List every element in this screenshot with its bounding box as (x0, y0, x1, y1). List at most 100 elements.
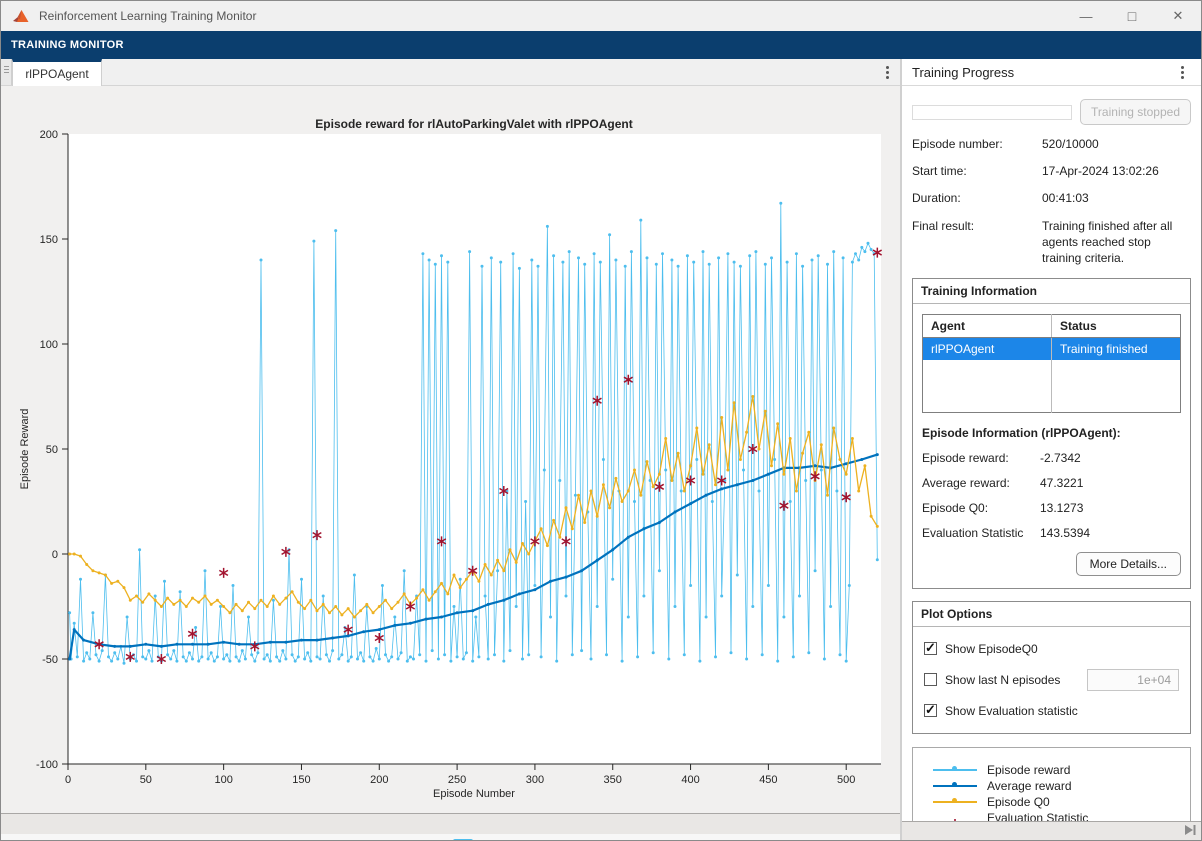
svg-text:50: 50 (46, 444, 58, 456)
svg-text:Episode reward for rlAutoParki: Episode reward for rlAutoParkingValet wi… (315, 117, 632, 131)
chart-legend: Episode reward Average reward Episode Q0 Ev… (912, 747, 1191, 821)
svg-text:-50: -50 (42, 654, 58, 666)
svg-text:300: 300 (526, 774, 544, 786)
show-evaluation-checkbox[interactable] (924, 704, 937, 717)
training-progress-panel: Training Progress Training stopped Episo… (902, 59, 1201, 841)
episode-information-title: Episode Information (rlPPOAgent): (922, 426, 1181, 440)
matlab-logo-icon (13, 9, 30, 24)
table-empty-area (923, 360, 1181, 412)
show-episodeq0-checkbox[interactable] (924, 642, 937, 655)
svg-text:150: 150 (292, 774, 310, 786)
line-marker-icon (933, 764, 977, 776)
final-result-row: Final result: Training finished after al… (912, 218, 1191, 267)
figure-scroll-strip[interactable] (1, 813, 900, 834)
minimize-button[interactable]: — (1063, 1, 1109, 31)
skip-to-end-icon[interactable] (1183, 823, 1197, 841)
episode-number-value: 520/10000 (1042, 136, 1191, 152)
legend-item: Episode Q0 (913, 795, 1190, 809)
start-time-value: 17-Apr-2024 13:02:26 (1042, 163, 1191, 179)
table-row[interactable]: rlPPOAgent Training finished (923, 338, 1181, 361)
panel-title: Training Progress (912, 65, 1014, 80)
titlebar: Reinforcement Learning Training Monitor … (1, 1, 1201, 31)
svg-text:100: 100 (40, 339, 58, 351)
training-information-group: Training Information Agent Status (912, 278, 1191, 589)
average-reward-value: 47.3221 (1040, 476, 1083, 490)
tab-options-dots-icon[interactable] (874, 59, 900, 85)
svg-text:450: 450 (759, 774, 777, 786)
toolstrip: TRAINING MONITOR (1, 31, 1201, 59)
svg-text:100: 100 (214, 774, 232, 786)
final-result-value: Training finished after all agents reach… (1042, 218, 1191, 267)
training-chart: -100-50050100150200050100150200250300350… (1, 86, 901, 812)
tab-rlppoagent[interactable]: rlPPOAgent (12, 59, 102, 86)
average-reward-label: Average reward: (922, 476, 1040, 490)
plot-options-title: Plot Options (913, 602, 1190, 627)
agents-table: Agent Status rlPPOAgent Training finishe… (922, 314, 1181, 413)
episode-q0-label: Episode Q0: (922, 501, 1040, 515)
episode-number-row: Episode number: 520/10000 (912, 136, 1191, 152)
duration-value: 00:41:03 (1042, 190, 1191, 206)
agents-col-status: Status (1052, 315, 1181, 338)
evaluation-statistic-value: 143.5394 (1040, 526, 1090, 540)
svg-text:400: 400 (681, 774, 699, 786)
more-details-button[interactable]: More Details... (1076, 552, 1181, 576)
show-last-n-checkbox[interactable] (924, 673, 937, 686)
asterisk-marker-icon (933, 819, 977, 821)
duration-row: Duration: 00:41:03 (912, 190, 1191, 206)
svg-text:0: 0 (65, 774, 71, 786)
document-tab-bar: rlPPOAgent (1, 59, 900, 86)
svg-text:Episode Number: Episode Number (433, 788, 515, 800)
duration-label: Duration: (912, 190, 1042, 206)
last-n-episodes-input[interactable] (1087, 669, 1179, 691)
panel-scroll-strip[interactable] (902, 821, 1201, 841)
svg-text:50: 50 (140, 774, 152, 786)
svg-text:200: 200 (370, 774, 388, 786)
svg-text:Episode Reward: Episode Reward (19, 409, 31, 490)
svg-text:250: 250 (448, 774, 466, 786)
average-reward-row: Average reward: 47.3221 (922, 476, 1181, 490)
episode-reward-label: Episode reward: (922, 451, 1040, 465)
legend-item: Evaluation Statistic(MeanEpisodeReward) (913, 811, 1190, 821)
training-information-title: Training Information (913, 279, 1190, 304)
start-time-label: Start time: (912, 163, 1042, 179)
training-figure: -100-50050100150200050100150200250300350… (1, 86, 900, 813)
start-time-row: Start time: 17-Apr-2024 13:02:26 (912, 163, 1191, 179)
episode-reward-row: Episode reward: -2.7342 (922, 451, 1181, 465)
app-window: Reinforcement Learning Training Monitor … (0, 0, 1202, 841)
close-button[interactable]: ✕ (1155, 1, 1201, 31)
panel-options-dots-icon[interactable] (1169, 66, 1195, 79)
episode-q0-value: 13.1273 (1040, 501, 1083, 515)
line-marker-icon (933, 780, 977, 792)
svg-text:500: 500 (837, 774, 855, 786)
svg-text:350: 350 (604, 774, 622, 786)
status-cell: Training finished (1052, 338, 1181, 361)
legend-item: Average reward (913, 779, 1190, 793)
agent-cell: rlPPOAgent (923, 338, 1052, 361)
legend-item: Episode reward (913, 763, 1190, 777)
episode-q0-row: Episode Q0: 13.1273 (922, 501, 1181, 515)
line-marker-icon (933, 796, 977, 808)
episode-number-label: Episode number: (912, 136, 1042, 152)
show-evaluation-row: Show Evaluation statistic (924, 704, 1179, 718)
toolstrip-tab-training-monitor[interactable]: TRAINING MONITOR (11, 39, 124, 51)
svg-text:0: 0 (52, 549, 58, 561)
maximize-button[interactable]: □ (1109, 1, 1155, 31)
show-evaluation-label: Show Evaluation statistic (945, 704, 1078, 718)
evaluation-statistic-label: Evaluation Statistic (922, 526, 1040, 540)
panel-header: Training Progress (902, 59, 1201, 86)
show-last-n-row: Show last N episodes (924, 669, 1179, 691)
panel-grip-icon[interactable] (1, 59, 12, 85)
episode-reward-value: -2.7342 (1040, 451, 1081, 465)
show-episodeq0-label: Show EpisodeQ0 (945, 642, 1038, 656)
training-progress-bar (912, 105, 1072, 120)
show-last-n-label: Show last N episodes (945, 673, 1060, 687)
svg-text:-100: -100 (36, 759, 58, 771)
training-stopped-button[interactable]: Training stopped (1080, 99, 1191, 125)
plot-options-group: Plot Options Show EpisodeQ0 Show last N … (912, 601, 1191, 734)
svg-text:150: 150 (40, 234, 58, 246)
final-result-label: Final result: (912, 218, 1042, 267)
agents-col-agent: Agent (923, 315, 1052, 338)
show-episodeq0-row: Show EpisodeQ0 (924, 642, 1179, 656)
window-title: Reinforcement Learning Training Monitor (39, 9, 256, 23)
figure-region: rlPPOAgent -100 -50 0 50 100 150 200 0 50 100 150 2… (1, 59, 902, 841)
